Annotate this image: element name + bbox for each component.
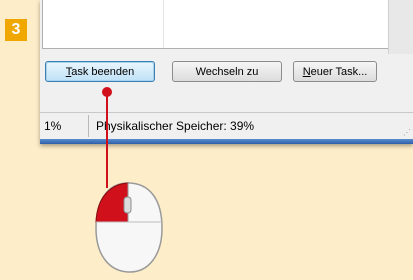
window-frame-edge bbox=[388, 0, 413, 54]
mouse-icon bbox=[95, 182, 163, 273]
window-bottom-border bbox=[40, 139, 413, 144]
memory-usage-status: Physikalischer Speicher: 39% bbox=[96, 119, 255, 133]
new-task-button[interactable]: Neuer Task... bbox=[293, 61, 377, 82]
status-bar: 1% Physikalischer Speicher: 39% ⋰ bbox=[40, 112, 413, 139]
end-task-button[interactable]: Task beenden bbox=[45, 61, 155, 82]
task-list[interactable] bbox=[42, 0, 390, 49]
cpu-usage-status: 1% bbox=[44, 119, 62, 133]
status-divider bbox=[88, 115, 89, 137]
column-divider bbox=[163, 0, 164, 48]
task-manager-window: Task beenden Wechseln zu Neuer Task... 1… bbox=[40, 0, 413, 144]
switch-to-button[interactable]: Wechseln zu bbox=[172, 61, 282, 82]
resize-grip-icon[interactable]: ⋰ bbox=[403, 128, 411, 137]
step-number-badge: 3 bbox=[5, 19, 27, 41]
